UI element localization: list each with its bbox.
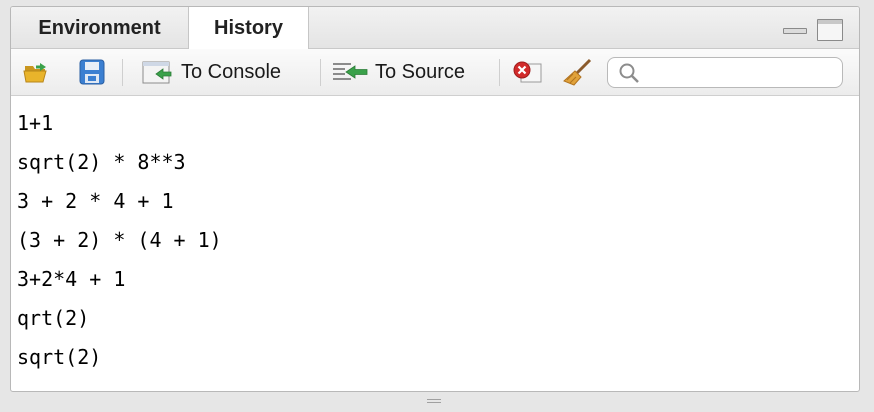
history-entry[interactable]: qrt(2) [17,299,859,338]
tab-history[interactable]: History [189,7,309,50]
toolbar-separator [122,59,123,86]
history-entry[interactable]: (3 + 2) * (4 + 1) [17,221,859,260]
remove-entry-icon [513,61,542,83]
history-list[interactable]: 1+1 sqrt(2) * 8**3 3 + 2 * 4 + 1 (3 + 2)… [11,96,859,391]
save-icon [79,59,105,85]
send-to-console-icon [142,61,172,84]
maximize-pane-button[interactable] [817,19,843,41]
toolbar-separator [499,59,500,86]
history-entry[interactable]: sqrt(2) [17,338,859,377]
save-history-button[interactable] [79,49,105,95]
pane-resize-handle[interactable] [427,399,441,405]
pane-tab-bar: Environment History [11,7,859,50]
remove-entries-button[interactable] [511,49,545,95]
minimize-pane-button[interactable] [783,20,807,34]
toolbar-separator [320,59,321,86]
search-input[interactable] [607,57,843,88]
history-toolbar: To Console To Source [11,49,859,96]
to-console-button[interactable]: To Console [141,49,281,95]
to-console-label: To Console [181,60,282,83]
search-icon [619,63,639,83]
to-source-button[interactable]: To Source [331,49,465,95]
to-source-label: To Source [375,60,466,83]
broom-icon [563,58,592,86]
history-pane: Environment History To Console To Source… [10,6,860,392]
clear-history-button[interactable] [563,49,593,95]
load-history-button[interactable] [23,49,51,95]
maximize-icon [818,20,842,24]
history-entry[interactable]: 1+1 [17,104,859,143]
minimize-icon [783,28,807,34]
tab-environment[interactable]: Environment [11,7,189,49]
folder-open-icon [23,63,47,83]
history-entry[interactable]: 3 + 2 * 4 + 1 [17,182,859,221]
history-entry[interactable]: 3+2*4 + 1 [17,260,859,299]
history-entry[interactable]: sqrt(2) * 8**3 [17,143,859,182]
send-to-source-icon [333,63,368,80]
